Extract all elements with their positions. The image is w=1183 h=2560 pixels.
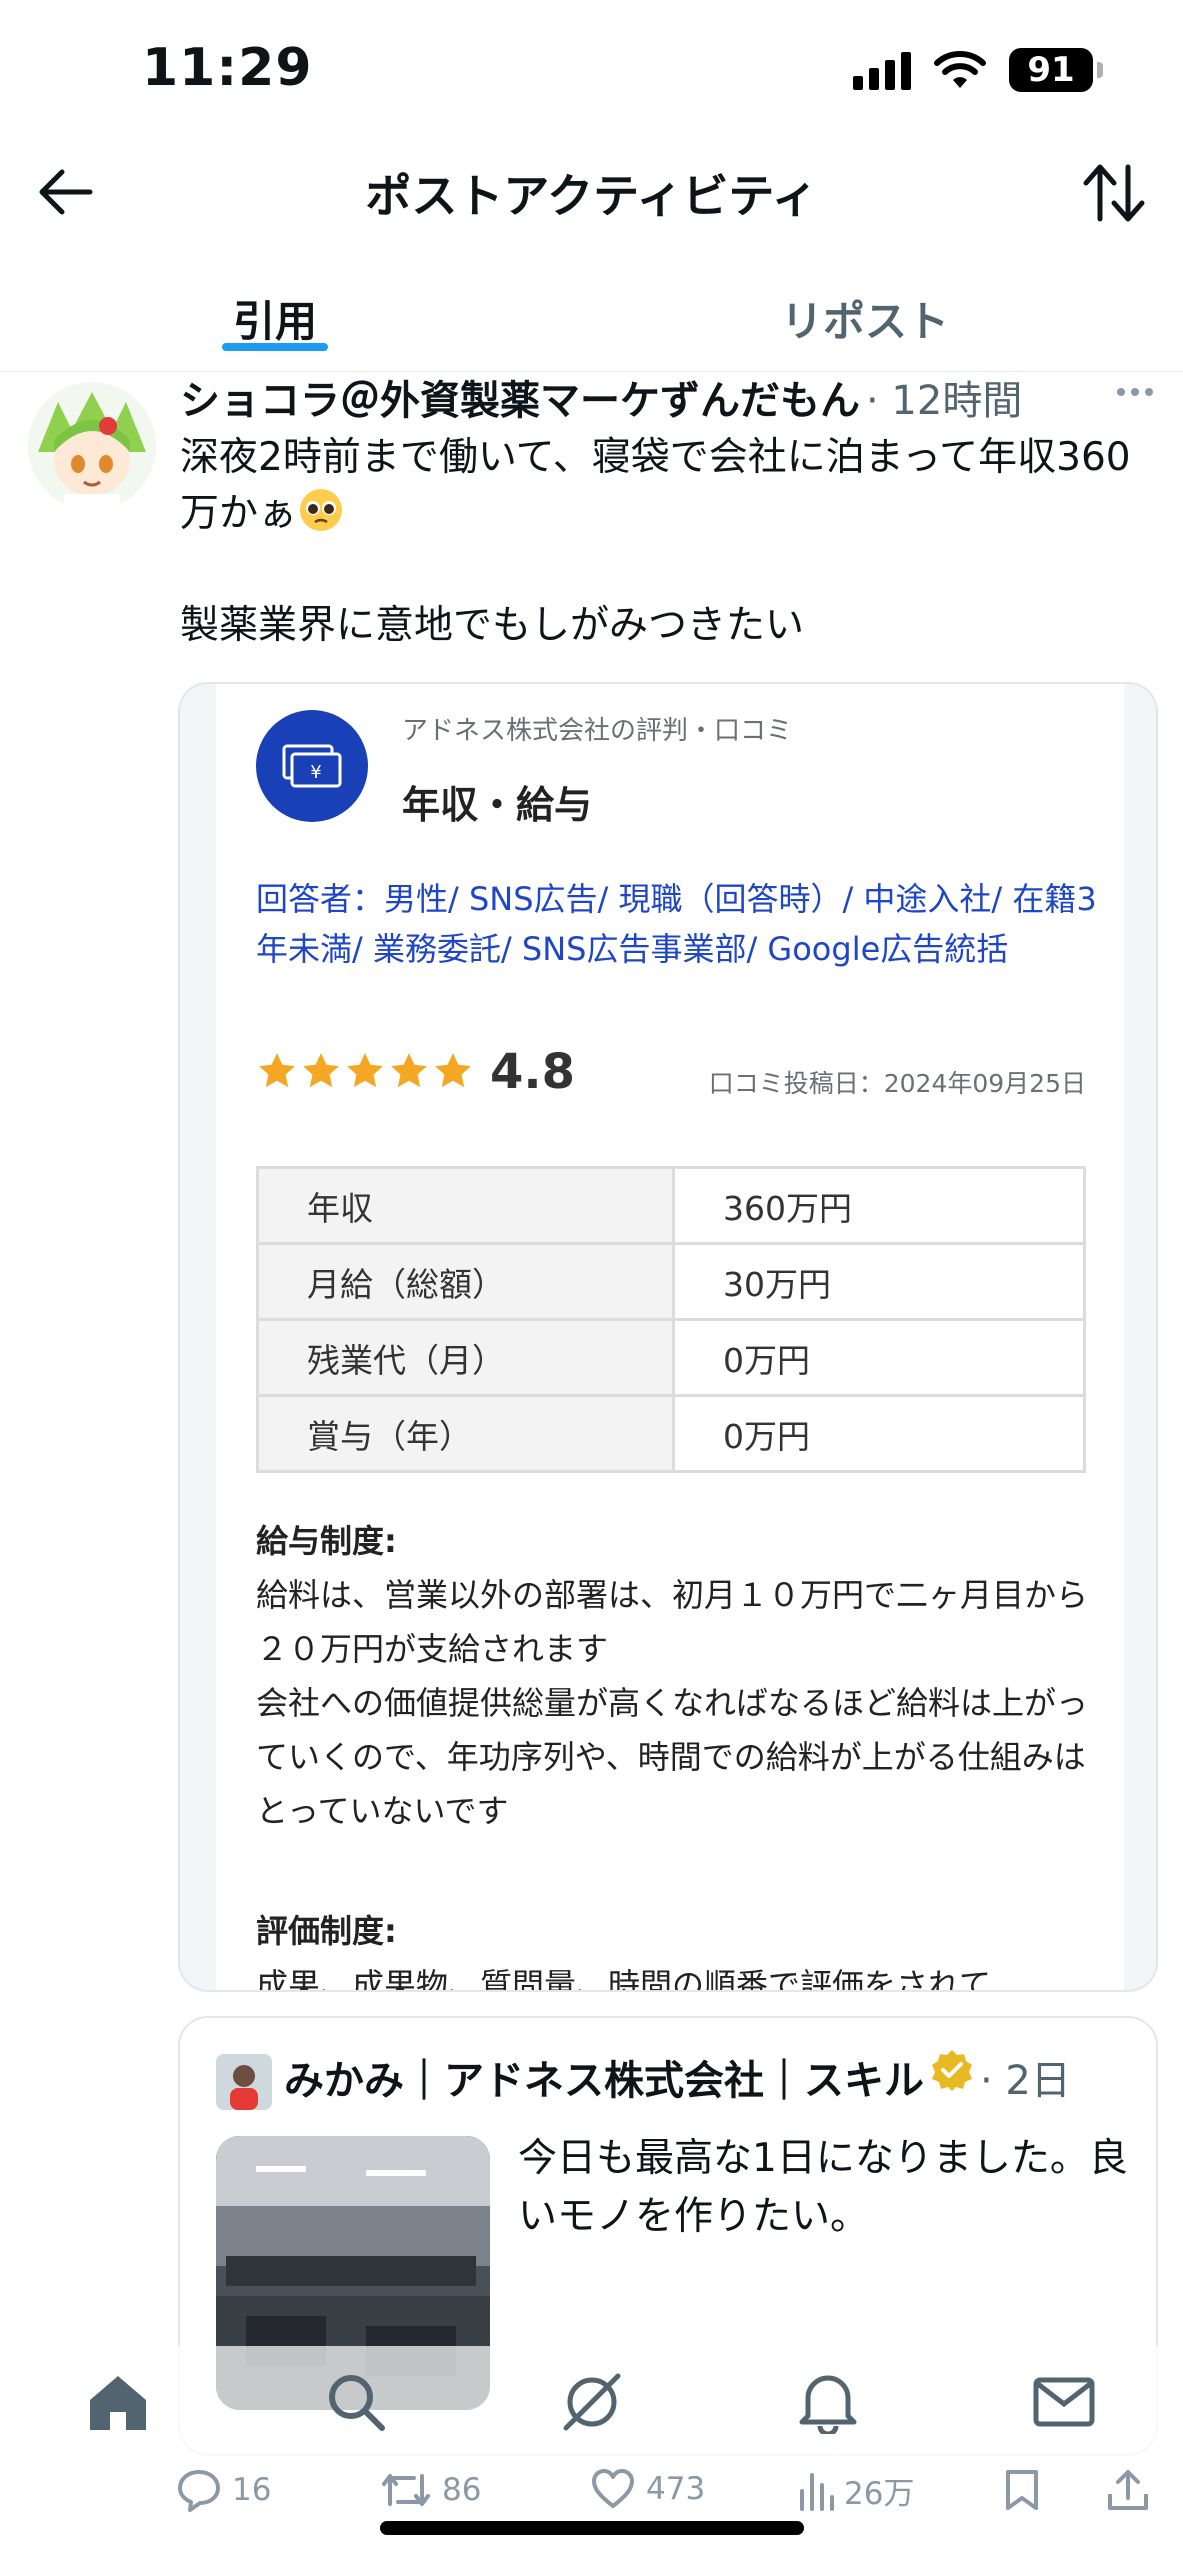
- author-avatar[interactable]: [28, 382, 156, 510]
- money-bill-icon: ¥: [282, 744, 342, 788]
- table-cell-label: 年収: [256, 1166, 675, 1245]
- repost-count: 86: [442, 2472, 482, 2508]
- views-button[interactable]: 26万: [798, 2468, 914, 2513]
- repost-button[interactable]: 86: [380, 2468, 481, 2512]
- cellular-signal-icon: [853, 50, 911, 90]
- star-icon: [259, 1053, 295, 1088]
- tab-reposts-label: リポスト: [780, 297, 949, 346]
- table-cell-value: 0万円: [672, 1394, 1086, 1473]
- table-cell-value: 0万円: [672, 1318, 1086, 1397]
- table-row: 残業代（月） 0万円: [256, 1318, 1086, 1397]
- salary-system-text1: 給料は、営業以外の部署は、初月１０万円で二ヶ月目から２０万円が支給されます: [256, 1576, 1089, 1668]
- more-options-icon[interactable]: [1115, 382, 1155, 402]
- table-row: 賞与（年） 0万円: [256, 1394, 1086, 1473]
- verified-badge-icon: [932, 2050, 972, 2091]
- bottom-tab-bar: [0, 2346, 1183, 2456]
- card-subtitle: アドネス株式会社の評判・口コミ: [402, 716, 793, 746]
- tab-grok[interactable]: [554, 2364, 630, 2440]
- search-icon: [329, 2375, 385, 2431]
- review-screenshot: ¥ アドネス株式会社の評判・口コミ 年収・給与 回答者：男性/ SNS広告/ 現…: [216, 684, 1124, 1992]
- salary-icon: ¥: [256, 710, 368, 822]
- heart-icon: [592, 2469, 634, 2508]
- bar-chart-icon: [800, 2472, 834, 2511]
- bookmark-button[interactable]: [1004, 2468, 1040, 2512]
- table-cell-value: 360万円: [672, 1166, 1086, 1245]
- tab-notifications[interactable]: [790, 2364, 866, 2440]
- quoted-post-text: 今日も最高な1日になりました。良いモノを作りたい。: [518, 2136, 1128, 2239]
- tab-messages[interactable]: [1026, 2364, 1102, 2440]
- quoted-author-name: みかみ｜アドネス株式会社｜スキル: [284, 2058, 924, 2104]
- salary-system-section: 給与制度: 給料は、営業以外の部署は、初月１０万円で二ヶ月目から２０万円が支給さ…: [256, 1514, 1096, 1838]
- table-row: 月給（総額） 30万円: [256, 1242, 1086, 1321]
- star-icon: [391, 1053, 427, 1088]
- respondent-info: 回答者：男性/ SNS広告/ 現職（回答時）/ 中途入社/ 在籍3年未満/ 業務…: [256, 880, 1097, 968]
- sort-button[interactable]: [1079, 158, 1149, 228]
- svg-text:¥: ¥: [310, 762, 321, 783]
- bookmark-icon: [1006, 2470, 1038, 2510]
- evaluation-section: 評価制度: 成果、成果物、質問量、時間の順番で評価をされて: [256, 1904, 1096, 1992]
- bell-icon: [799, 2375, 857, 2434]
- repost-icon: [382, 2474, 430, 2506]
- review-date: 口コミ投稿日：2024年09月25日: [708, 1069, 1086, 1098]
- rating-row: 4.8 口コミ投稿日：2024年09月25日: [256, 1044, 1086, 1108]
- table-row: 年収 360万円: [256, 1166, 1086, 1245]
- avatar-character-image: [28, 382, 156, 510]
- salary-system-text2: 会社への価値提供総量が高くなればなるほど給料は上がっていくので、年功序列や、時間…: [256, 1684, 1089, 1830]
- active-tab-indicator: [222, 343, 328, 351]
- star-icon: [347, 1053, 383, 1088]
- attached-image-card[interactable]: ¥ アドネス株式会社の評判・口コミ 年収・給与 回答者：男性/ SNS広告/ 現…: [178, 682, 1158, 1992]
- tab-quotes[interactable]: 引用: [0, 260, 550, 351]
- rating-value: 4.8: [490, 1044, 576, 1100]
- author-name[interactable]: ショコラ＠外資製薬マーケずんだもん: [180, 368, 860, 426]
- table-cell-value: 30万円: [672, 1242, 1086, 1321]
- like-button[interactable]: 473: [590, 2468, 705, 2510]
- mail-icon: [1033, 2377, 1095, 2427]
- post-body: 深夜2時前まで働いて、寝袋で会社に泊まって年収360万かぁ 製薬業界に意地でもし…: [180, 430, 1140, 710]
- card-title: 年収・給与: [402, 783, 593, 827]
- tab-reposts[interactable]: リポスト: [570, 260, 1160, 349]
- star-icon: [435, 1053, 471, 1088]
- grok-icon: [563, 2373, 621, 2431]
- evaluation-title: 評価制度:: [256, 1912, 397, 1950]
- star-rating: [256, 1050, 474, 1092]
- share-icon: [1108, 2470, 1148, 2510]
- sort-arrows-icon: [1083, 164, 1145, 222]
- battery-level: 91: [1027, 50, 1075, 90]
- home-indicator[interactable]: [380, 2521, 804, 2535]
- page-title: ポストアクティビティ: [365, 169, 818, 223]
- tab-bar: 引用 リポスト: [0, 260, 1183, 372]
- table-cell-label: 月給（総額）: [256, 1242, 675, 1321]
- battery-icon: 91: [1009, 48, 1103, 92]
- table-cell-label: 残業代（月）: [256, 1318, 675, 1397]
- status-bar: 11:29 91: [0, 0, 1183, 130]
- like-count: 473: [646, 2471, 706, 2507]
- reply-icon: [178, 2470, 220, 2512]
- view-count: 26万: [844, 2476, 915, 2512]
- top-header: ポストアクティビティ: [0, 140, 1183, 240]
- wifi-icon: [934, 51, 986, 88]
- quoted-post-header: みかみ｜アドネス株式会社｜スキル · 2日: [284, 2048, 1144, 2106]
- tab-quotes-label: 引用: [232, 297, 317, 346]
- salary-system-title: 給与制度:: [256, 1522, 397, 1560]
- quoted-post-time: · 2日: [980, 2058, 1071, 2104]
- reply-button[interactable]: 16: [176, 2468, 271, 2512]
- star-icon: [303, 1053, 339, 1088]
- post-time: · 12時間: [866, 378, 1023, 424]
- salary-table: 年収 360万円 月給（総額） 30万円 残業代（月） 0万円 賞与（年） 0万…: [256, 1166, 1086, 1473]
- person-photo-icon: [216, 2054, 272, 2110]
- tab-home[interactable]: [80, 2364, 156, 2440]
- tab-search[interactable]: [318, 2364, 394, 2440]
- status-time: 11:29: [142, 38, 313, 98]
- reply-count: 16: [232, 2472, 272, 2508]
- post-actions: 16 86 473 26万: [0, 2460, 1183, 2530]
- table-cell-label: 賞与（年）: [256, 1394, 675, 1473]
- post-header: ショコラ＠外資製薬マーケずんだもん · 12時間: [180, 368, 1155, 428]
- evaluation-text: 成果、成果物、質問量、時間の順番で評価をされて: [256, 1966, 992, 1992]
- home-icon: [90, 2376, 146, 2430]
- post-text-line2: 製薬業界に意地でもしがみつきたい: [180, 603, 805, 648]
- pleading-face-emoji-icon: [300, 489, 343, 531]
- status-icons: 91: [853, 42, 1103, 98]
- quoted-author-avatar: [216, 2054, 272, 2110]
- share-button[interactable]: [1106, 2468, 1150, 2512]
